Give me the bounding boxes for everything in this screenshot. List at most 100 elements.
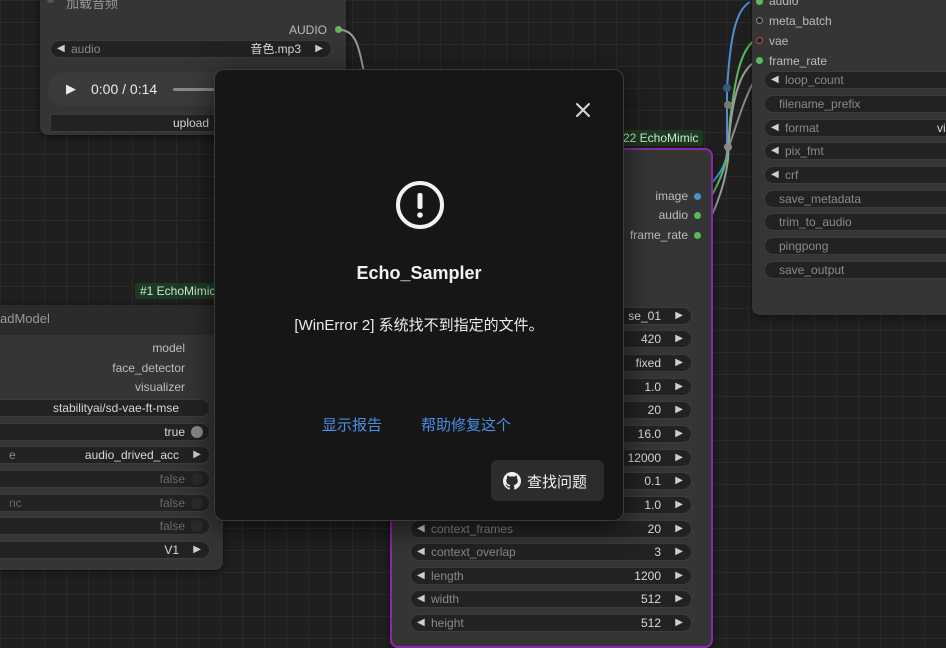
arrow-left-icon[interactable]: ◀ <box>417 544 425 560</box>
output-face-detector-label: face_detector <box>112 361 185 375</box>
find-issues-label: 查找问题 <box>527 474 588 491</box>
output-visualizer-label: visualizer <box>134 380 185 394</box>
widget-save-metadata[interactable]: save_metadata <box>764 190 946 208</box>
toggle-knob-icon[interactable] <box>191 473 203 485</box>
widget-label: crf <box>785 168 799 182</box>
input-frame-rate-slot[interactable] <box>756 57 763 64</box>
widget-value: 1.0 <box>644 380 661 394</box>
arrow-right-icon[interactable]: ▶ <box>675 615 683 631</box>
widget-value: 12000 <box>627 451 661 465</box>
arrow-right-icon[interactable]: ▶ <box>675 568 683 584</box>
arrow-right-icon[interactable]: ▶ <box>675 355 683 371</box>
alert-circle-icon <box>396 181 444 229</box>
widget-value: 1.0 <box>644 498 661 512</box>
widget-mode-select[interactable]: e audio_drived_acc ▶ <box>0 446 210 464</box>
widget-label: save_metadata <box>779 192 862 206</box>
widget-height[interactable]: ◀ height 512 ▶ <box>410 614 692 632</box>
close-button[interactable] <box>571 98 595 122</box>
widget-value: 20 <box>647 403 661 417</box>
arrow-right-icon[interactable]: ▶ <box>193 447 201 463</box>
arrow-right-icon[interactable]: ▶ <box>675 379 683 395</box>
output-audio-label: audio <box>658 208 688 222</box>
arrow-right-icon[interactable]: ▶ <box>675 402 683 418</box>
widget-label: pix_fmt <box>785 144 824 158</box>
widget-label: e <box>9 448 16 462</box>
widget-label: save_output <box>779 263 845 277</box>
find-issues-button[interactable]: 查找问题 <box>491 460 604 501</box>
widget-toggle-true[interactable]: true <box>0 423 210 441</box>
arrow-right-icon[interactable]: ▶ <box>675 591 683 607</box>
widget-width[interactable]: ◀ width 512 ▶ <box>410 590 692 608</box>
close-icon[interactable] <box>571 98 595 122</box>
widget-value: se_01 <box>628 309 661 323</box>
arrow-left-icon[interactable]: ◀ <box>417 568 425 584</box>
output-image-slot[interactable] <box>694 193 701 200</box>
widget-toggle-false-3[interactable]: false <box>0 517 210 535</box>
arrow-left-icon[interactable]: ◀ <box>771 167 779 183</box>
widget-toggle-false-1[interactable]: false <box>0 470 210 488</box>
input-audio-slot[interactable] <box>756 0 763 5</box>
github-icon <box>503 472 521 490</box>
widget-filename-prefix[interactable]: filename_prefix <box>764 95 946 113</box>
widget-trim-to-audio[interactable]: trim_to_audio <box>764 213 946 231</box>
toggle-knob-icon[interactable] <box>191 497 203 509</box>
widget-label: loop_count <box>785 73 844 87</box>
help-fix-link[interactable]: 帮助修复这个 <box>421 414 511 435</box>
widget-label: pingpong <box>779 239 829 253</box>
widget-label: context_frames <box>431 522 514 536</box>
widget-label: trim_to_audio <box>779 215 852 229</box>
widget-value: true <box>164 425 185 439</box>
arrow-right-icon[interactable]: ▶ <box>675 308 683 324</box>
load-model-node[interactable]: adModel model face_detector visualizer s… <box>0 305 223 570</box>
widget-value: fixed <box>635 356 661 370</box>
arrow-left-icon[interactable]: ◀ <box>771 143 779 159</box>
arrow-left-icon[interactable]: ◀ <box>771 120 779 136</box>
widget-value: vi <box>937 121 946 135</box>
arrow-right-icon[interactable]: ▶ <box>675 473 683 489</box>
widget-label: length <box>431 569 464 583</box>
node-title: adModel <box>0 311 50 326</box>
widget-loop-count[interactable]: ◀ loop_count <box>764 71 946 89</box>
widget-length[interactable]: ◀ length 1200 ▶ <box>410 567 692 585</box>
arrow-left-icon[interactable]: ◀ <box>417 615 425 631</box>
output-frame-rate-slot[interactable] <box>694 232 701 239</box>
input-meta-batch-slot[interactable] <box>756 17 763 24</box>
input-frame-rate-label: frame_rate <box>769 54 828 68</box>
arrow-right-icon[interactable]: ▶ <box>675 497 683 513</box>
widget-label: context_overlap <box>431 545 516 559</box>
widget-save-output[interactable]: save_output <box>764 261 946 279</box>
arrow-left-icon[interactable]: ◀ <box>417 521 425 537</box>
toggle-knob-icon[interactable] <box>191 520 203 532</box>
widget-vae-select[interactable]: stabilityai/sd-vae-ft-mse <box>0 399 210 417</box>
arrow-right-icon[interactable]: ▶ <box>675 331 683 347</box>
toggle-knob-icon[interactable] <box>191 426 203 438</box>
arrow-right-icon[interactable]: ▶ <box>675 450 683 466</box>
show-report-link[interactable]: 显示报告 <box>322 414 382 435</box>
widget-context-overlap[interactable]: ◀ context_overlap 3 ▶ <box>410 543 692 561</box>
widget-format[interactable]: ◀ format vi <box>764 119 946 137</box>
arrow-right-icon[interactable]: ▶ <box>675 521 683 537</box>
widget-value: false <box>159 472 185 486</box>
widget-value: V1 <box>164 543 179 557</box>
arrow-left-icon[interactable]: ◀ <box>771 72 779 88</box>
arrow-right-icon[interactable]: ▶ <box>675 426 683 442</box>
widget-value: 3 <box>654 545 661 559</box>
widget-pix-fmt[interactable]: ◀ pix_fmt <box>764 142 946 160</box>
widget-value: 1200 <box>634 569 661 583</box>
widget-crf[interactable]: ◀ crf <box>764 166 946 184</box>
widget-toggle-false-2[interactable]: nc false <box>0 494 210 512</box>
widget-context-frames[interactable]: ◀ context_frames 20 ▶ <box>410 520 692 538</box>
input-vae-slot[interactable] <box>756 37 763 44</box>
error-dialog: Echo_Sampler [WinError 2] 系统找不到指定的文件。 显示… <box>214 69 624 521</box>
arrow-right-icon[interactable]: ▶ <box>193 542 201 558</box>
widget-pingpong[interactable]: pingpong <box>764 237 946 255</box>
arrow-right-icon[interactable]: ▶ <box>675 544 683 560</box>
video-combine-node[interactable]: audio meta_batch vae frame_rate ◀ loop_co… <box>752 0 946 315</box>
widget-label: format <box>785 121 820 135</box>
widget-value: 512 <box>640 592 661 606</box>
output-audio-slot[interactable] <box>694 212 701 219</box>
widget-value: stabilityai/sd-vae-ft-mse <box>52 401 179 415</box>
arrow-left-icon[interactable]: ◀ <box>417 591 425 607</box>
widget-version-select[interactable]: V1 ▶ <box>0 541 210 559</box>
dialog-message: [WinError 2] 系统找不到指定的文件。 <box>294 317 544 334</box>
